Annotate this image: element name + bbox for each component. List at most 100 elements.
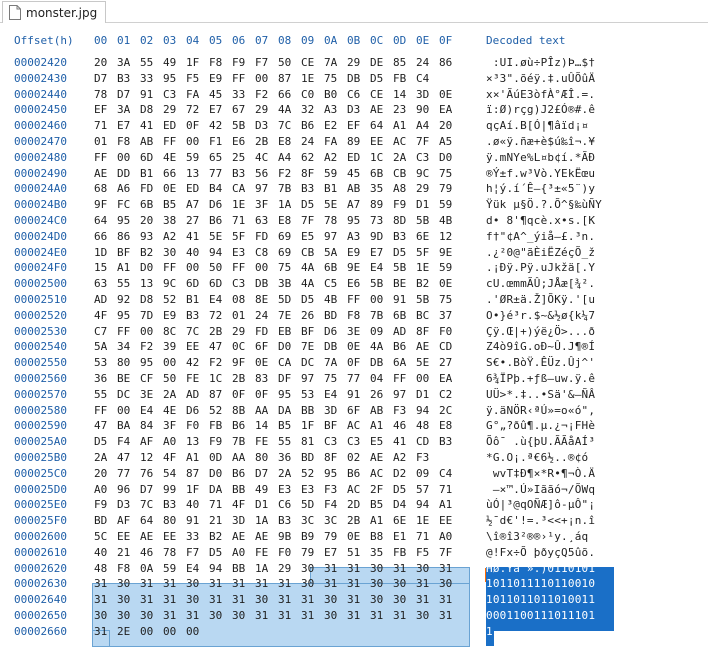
hex-byte[interactable]: 1F <box>186 56 206 69</box>
hex-byte[interactable]: 29 <box>232 325 252 338</box>
hex-byte[interactable]: 3C <box>301 514 321 527</box>
hex-byte[interactable]: E7 <box>117 119 137 132</box>
hex-byte[interactable]: 38 <box>163 214 183 227</box>
hex-byte[interactable]: 53 <box>94 356 114 369</box>
hex-byte[interactable]: D1 <box>255 498 275 511</box>
hex-byte[interactable]: 91 <box>140 88 160 101</box>
hex-byte[interactable]: BD <box>301 451 321 464</box>
hex-byte[interactable]: 31 <box>347 562 367 575</box>
hex-byte[interactable]: D2 <box>393 467 413 480</box>
hex-byte[interactable]: AB <box>370 404 390 417</box>
hex-byte[interactable]: 33 <box>232 88 252 101</box>
hex-byte[interactable]: FF <box>94 151 114 164</box>
hex-byte[interactable]: 35 <box>370 182 390 195</box>
hex-byte[interactable]: 00 <box>255 261 275 274</box>
hex-byte[interactable]: DD <box>117 167 137 180</box>
decoded-text[interactable]: .¿²0@"ãÈiËZéçÕ_ž <box>486 246 595 259</box>
hex-byte[interactable]: D6 <box>324 325 344 338</box>
hex-byte[interactable]: D5 <box>393 483 413 496</box>
hex-byte[interactable]: 24 <box>301 135 321 148</box>
hex-byte[interactable]: 8F <box>324 451 344 464</box>
hex-byte[interactable]: 77 <box>347 372 367 385</box>
hex-byte[interactable]: B1 <box>186 293 206 306</box>
hex-byte[interactable]: F4 <box>324 498 344 511</box>
hex-byte[interactable]: B3 <box>186 309 206 322</box>
hex-byte[interactable]: 15 <box>94 261 114 274</box>
hex-byte[interactable]: 40 <box>186 246 206 259</box>
hex-byte[interactable]: 9C <box>163 277 183 290</box>
hex-byte[interactable]: 9F <box>94 198 114 211</box>
hex-byte[interactable]: 47 <box>94 419 114 432</box>
hex-byte[interactable]: 5B <box>416 293 436 306</box>
hex-byte[interactable]: AD <box>94 293 114 306</box>
hex-byte[interactable]: 7A <box>324 56 344 69</box>
hex-byte[interactable]: 30 <box>163 246 183 259</box>
hex-byte[interactable]: D5 <box>94 435 114 448</box>
hex-byte[interactable]: F9 <box>94 498 114 511</box>
hex-byte[interactable]: A1 <box>117 261 137 274</box>
hex-byte[interactable]: 31 <box>163 577 183 590</box>
hex-byte[interactable]: D1 <box>416 388 436 401</box>
hex-row[interactable]: 000024B0 9F FC 6B B5 A7 D6 1E 3F 1A D5 5E A7 89 F9 D1 59… <box>0 198 708 214</box>
hex-byte[interactable]: C5 <box>324 277 344 290</box>
hex-byte[interactable]: 1E <box>301 72 321 85</box>
hex-byte[interactable]: 31 <box>393 562 413 575</box>
hex-row[interactable]: 00002510 AD 92 D8 52 B1 E4 08 8E 5D D5 4B FF 00 91 5B 75… <box>0 293 708 309</box>
hex-byte[interactable]: BF <box>117 246 137 259</box>
hex-byte[interactable]: AC <box>393 135 413 148</box>
hex-byte[interactable]: 31 <box>278 577 298 590</box>
decoded-text[interactable]: S€•.BòŸ.ÊÜz.Ûj^' <box>486 356 595 369</box>
hex-row[interactable]: 00002460 71 E7 41 ED 0F 42 5B D3 7C B6 E2 EF 64 A1 A4 20… <box>0 119 708 135</box>
hex-byte[interactable]: A8 <box>393 182 413 195</box>
hex-byte[interactable]: F1 <box>209 135 229 148</box>
hex-byte[interactable]: 4A <box>301 261 321 274</box>
hex-byte[interactable]: 9F <box>232 356 252 369</box>
hex-byte[interactable]: 91 <box>347 388 367 401</box>
hex-byte[interactable]: 00 <box>163 625 183 638</box>
hex-byte[interactable]: 95 <box>163 72 183 85</box>
hex-byte[interactable]: C6 <box>347 88 367 101</box>
hex-byte[interactable]: AE <box>140 530 160 543</box>
hex-byte[interactable]: 64 <box>140 514 160 527</box>
hex-byte[interactable]: D5 <box>301 293 321 306</box>
hex-byte[interactable]: B0 <box>324 88 344 101</box>
hex-row[interactable]: 000024D0 66 86 93 A2 41 5E 5F FD 69 E5 97 A3 9D B3 6E 12… <box>0 230 708 246</box>
hex-byte[interactable]: 21 <box>117 546 137 559</box>
hex-row[interactable]: 000024F0 15 A1 D0 FF 00 50 FF 00 75 4A 6B 9E E4 5B 1E 59… <box>0 261 708 277</box>
hex-byte[interactable]: C3 <box>163 88 183 101</box>
hex-byte[interactable]: 30 <box>416 562 436 575</box>
hex-byte[interactable]: D0 <box>140 261 160 274</box>
hex-byte[interactable]: 01 <box>94 135 114 148</box>
hex-byte[interactable]: E4 <box>370 261 390 274</box>
hex-byte[interactable]: 7A <box>324 356 344 369</box>
hex-byte[interactable]: EE <box>370 135 390 148</box>
hex-byte[interactable]: 0A <box>140 562 160 575</box>
hex-byte[interactable]: 24 <box>255 309 275 322</box>
hex-byte[interactable]: B3 <box>232 167 252 180</box>
hex-byte[interactable]: 46 <box>140 546 160 559</box>
hex-byte[interactable]: 42 <box>209 119 229 132</box>
hex-byte[interactable]: CA <box>232 182 252 195</box>
hex-byte[interactable]: 77 <box>117 467 137 480</box>
hex-byte[interactable]: 46 <box>393 419 413 432</box>
hex-byte[interactable]: B5 <box>278 419 298 432</box>
hex-byte[interactable]: BB <box>232 562 252 575</box>
hex-byte[interactable]: A2 <box>163 230 183 243</box>
hex-row[interactable]: 00002600 5C EE AE EE 33 B2 AE AE 9B B9 79 0E B8 E1 71 A0… <box>0 530 708 546</box>
hex-byte[interactable]: B8 <box>370 530 390 543</box>
hex-byte[interactable]: FF <box>393 372 413 385</box>
hex-byte[interactable]: 0F <box>255 388 275 401</box>
hex-byte[interactable]: 9C <box>416 167 436 180</box>
decoded-text[interactable]: cU.œmmÃÛ;JÅæ[¾². <box>486 277 595 290</box>
hex-byte[interactable]: 31 <box>163 609 183 622</box>
hex-byte[interactable]: D0 <box>439 151 459 164</box>
hex-byte[interactable]: 51 <box>347 546 367 559</box>
hex-byte[interactable]: 95 <box>324 467 344 480</box>
hex-byte[interactable]: F7 <box>255 56 275 69</box>
hex-byte[interactable]: AE <box>370 451 390 464</box>
hex-byte[interactable]: 3E <box>140 388 160 401</box>
hex-byte[interactable]: 0F <box>186 119 206 132</box>
hex-byte[interactable]: D8 <box>140 293 160 306</box>
hex-byte[interactable]: DA <box>209 483 229 496</box>
hex-byte[interactable]: CB <box>301 246 321 259</box>
